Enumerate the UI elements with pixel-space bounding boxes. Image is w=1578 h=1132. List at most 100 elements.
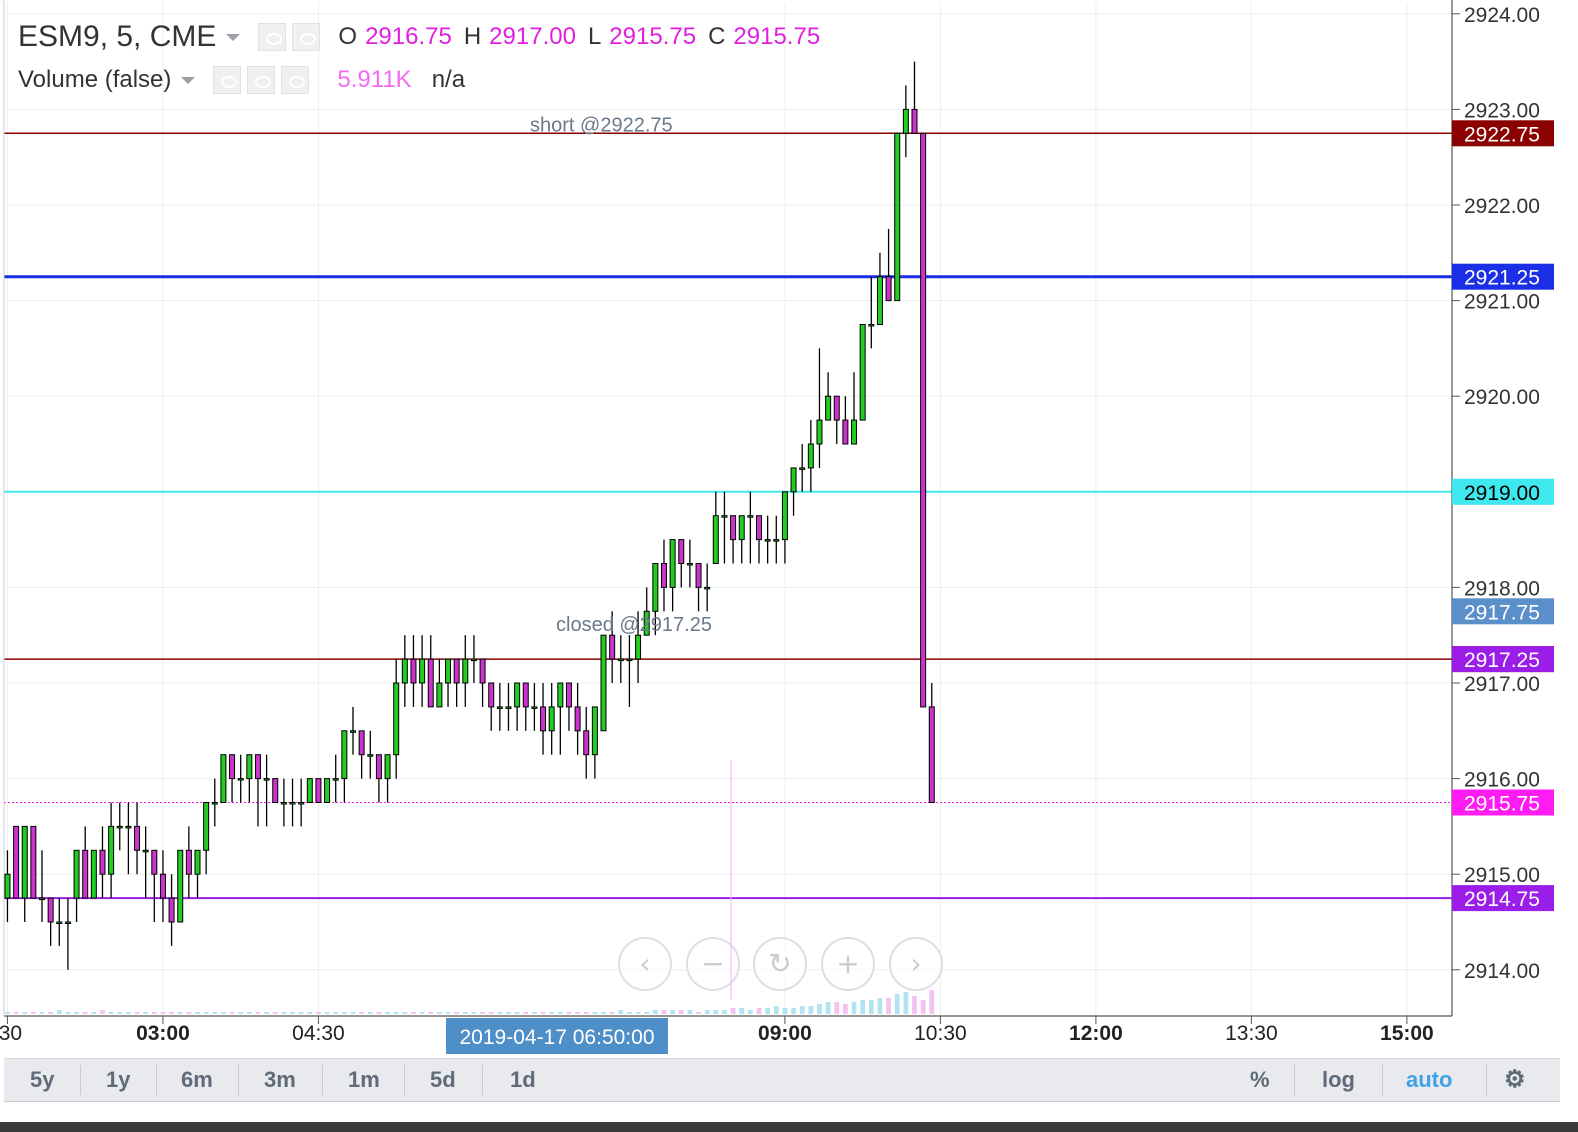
close-value: 2915.75 (733, 23, 821, 50)
volume-bar (635, 1012, 641, 1014)
candle-body (185, 849, 192, 875)
volume-bar (454, 1012, 460, 1014)
chart-canvas[interactable]: short @2922.75 closed @2917.25 2914.00 291… (0, 0, 1578, 1132)
candle-body (678, 539, 685, 564)
range-1d-button[interactable]: 1d (510, 1067, 536, 1093)
eye-icon[interactable] (258, 23, 287, 51)
y-tick-label: 2917.00 (1464, 673, 1540, 696)
candle-body (64, 921, 71, 924)
candle-body (885, 276, 892, 302)
gear-icon[interactable] (292, 23, 321, 51)
volume-bar (151, 1012, 157, 1014)
candle-body (781, 491, 788, 541)
candle-body (99, 849, 106, 875)
volume-bar (834, 1002, 840, 1014)
volume-bar (799, 1006, 805, 1014)
volume-bar (5, 1012, 10, 1014)
volume-bar (272, 1012, 278, 1014)
candle-body (90, 849, 97, 899)
reset-icon-glyph: ↻ (768, 947, 791, 980)
volume-bar (246, 1012, 252, 1014)
candle-body (358, 730, 365, 756)
volume-bar (393, 1012, 399, 1014)
range-1y-button[interactable]: 1y (106, 1067, 130, 1093)
volume-bar (566, 1012, 572, 1014)
volume-bar (912, 996, 917, 1014)
close-icon[interactable] (281, 66, 310, 94)
volume-bar (229, 1012, 235, 1014)
range-3m-button[interactable]: 3m (264, 1067, 296, 1093)
volume-bar (22, 1012, 28, 1014)
candle-body (505, 706, 512, 709)
gear-icon[interactable] (247, 66, 276, 94)
window-bottom-edge (0, 1122, 1578, 1132)
volume-bar (471, 1012, 477, 1014)
candle-body (686, 563, 693, 566)
volume-bar (341, 1012, 347, 1014)
volume-bar (350, 1012, 356, 1014)
divider (1486, 1065, 1487, 1095)
divider (238, 1065, 239, 1095)
volume-bar (791, 1008, 796, 1014)
volume-bar (557, 1012, 563, 1014)
divider (80, 1065, 81, 1095)
candle-body (168, 897, 175, 923)
y-tick-label: 2923.00 (1464, 99, 1540, 122)
volume-bar (670, 1010, 675, 1014)
volume-bar (920, 1000, 926, 1014)
volume-bar (860, 1000, 866, 1014)
symbol-title[interactable]: ESM9, 5, CME (18, 20, 216, 54)
volume-bar (808, 1006, 814, 1014)
candle-body (652, 563, 659, 612)
candle-body (894, 132, 901, 302)
divider (322, 1065, 323, 1095)
chevron-down-icon[interactable] (226, 33, 241, 41)
range-5d-button[interactable]: 5d (430, 1067, 456, 1093)
candle-body (669, 539, 676, 588)
candle-body (488, 682, 495, 708)
volume-bar (385, 1012, 390, 1014)
candle-body (116, 825, 123, 829)
candle-body (341, 730, 348, 780)
open-label: O (338, 23, 358, 50)
candle-body (876, 276, 883, 326)
candle-body (574, 706, 581, 732)
divider (156, 1065, 157, 1095)
range-1m-button[interactable]: 1m (348, 1067, 380, 1093)
settings-gear-icon[interactable]: ⚙ (1504, 1065, 1526, 1094)
open-value: 2916.75 (365, 23, 452, 50)
volume-bar (359, 1012, 365, 1014)
percent-scale-button[interactable]: % (1250, 1067, 1270, 1093)
x-tick-label: 04:30 (292, 1022, 345, 1045)
auto-scale-button[interactable]: auto (1406, 1067, 1452, 1093)
volume-bar (264, 1012, 269, 1014)
volume-bar (160, 1012, 166, 1014)
low-label: L (587, 23, 602, 50)
line-annotation-label: closed @2917.25 (556, 614, 712, 636)
candle-body (453, 658, 460, 684)
volume-bar (419, 1012, 425, 1014)
volume-bar (886, 998, 891, 1014)
range-6m-button[interactable]: 6m (181, 1067, 213, 1093)
volume-study-title[interactable]: Volume (false) (18, 66, 171, 94)
volume-bar (428, 1012, 434, 1014)
volume-bar (290, 1012, 295, 1014)
volume-bar (661, 1010, 667, 1014)
volume-bar (817, 1004, 822, 1014)
chevron-down-icon[interactable] (181, 76, 196, 84)
volume-bar (238, 1012, 244, 1014)
price-labels: 2922.75 2921.25 2919.00 2917.25 2915.75 2914.… (1452, 120, 1554, 912)
log-scale-button[interactable]: log (1322, 1067, 1355, 1093)
price-tag-label: 2914.75 (1464, 888, 1540, 911)
volume-bar (402, 1012, 408, 1014)
volume-bar (126, 1012, 131, 1014)
candle-body (712, 515, 719, 565)
volume-extra: n/a (431, 66, 466, 93)
eye-icon[interactable] (213, 66, 242, 94)
candle-body (825, 395, 832, 421)
candle-body (73, 849, 80, 899)
candle-body (496, 706, 503, 709)
volume-value: 5.911K (337, 66, 412, 93)
range-5y-button[interactable]: 5y (30, 1067, 54, 1093)
high-label: H (463, 23, 482, 50)
